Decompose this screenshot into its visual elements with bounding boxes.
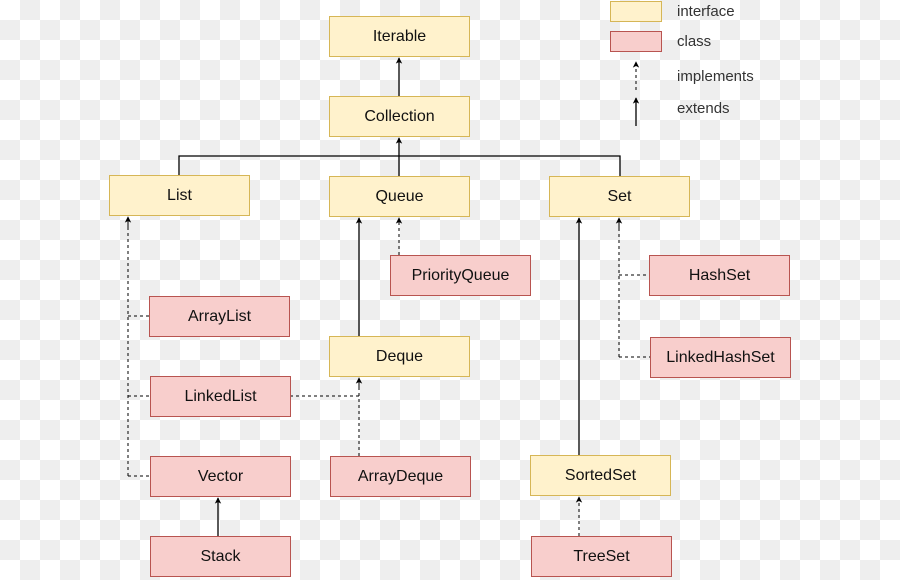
node-deque: Deque [329, 336, 470, 377]
legend-implements-label: implements [677, 68, 754, 85]
legend-extends-label: extends [677, 100, 730, 117]
node-arraydeque: ArrayDeque [330, 456, 471, 497]
node-collection: Collection [329, 96, 470, 137]
node-queue: Queue [329, 176, 470, 217]
node-priorityqueue: PriorityQueue [390, 255, 531, 296]
node-set: Set [549, 176, 690, 217]
edge-deque-implementers [290, 378, 360, 456]
node-vector: Vector [150, 456, 291, 497]
node-iterable: Iterable [329, 16, 470, 57]
node-list: List [109, 175, 250, 216]
node-linkedhashset: LinkedHashSet [650, 337, 791, 378]
node-linkedlist: LinkedList [150, 376, 291, 417]
node-treeset: TreeSet [531, 536, 672, 577]
edge-set-implementers [618, 218, 650, 358]
edge-subinterfaces-extend-collection [178, 155, 621, 176]
legend-interface-swatch [610, 1, 662, 22]
edge-list-implementers [127, 218, 150, 477]
legend-class-swatch [610, 31, 662, 52]
legend-interface-label: interface [677, 3, 735, 20]
node-hashset: HashSet [649, 255, 790, 296]
node-arraylist: ArrayList [149, 296, 290, 337]
node-stack: Stack [150, 536, 291, 577]
collection-hierarchy-diagram: interface class implements extends Itera… [0, 0, 900, 580]
node-sortedset: SortedSet [530, 455, 671, 496]
legend-class-label: class [677, 33, 712, 50]
